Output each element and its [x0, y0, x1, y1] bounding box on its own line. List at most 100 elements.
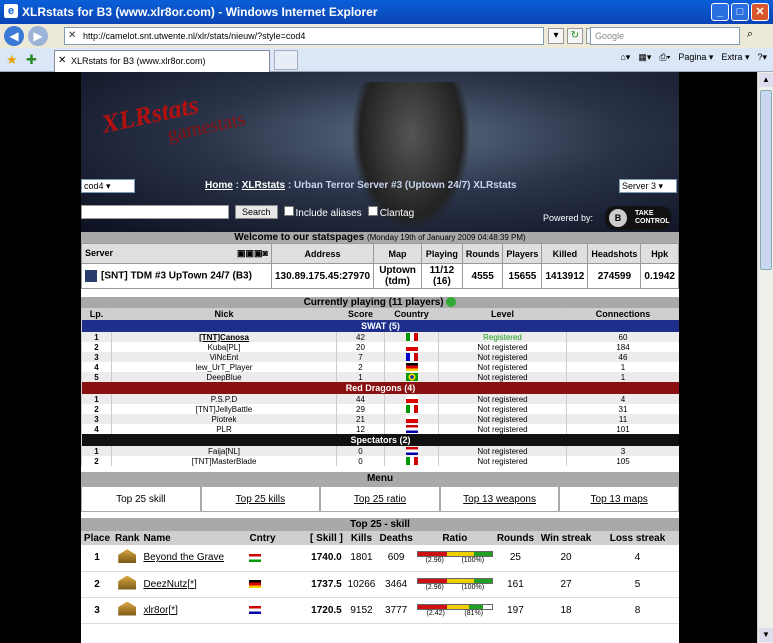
include-aliases-checkbox[interactable]: Include aliases: [283, 205, 362, 219]
feeds-icon[interactable]: ▦▾: [638, 52, 651, 63]
menu-top13-weapons[interactable]: Top 13 weapons: [439, 486, 560, 512]
player-country: [384, 446, 439, 456]
print-icon[interactable]: ⎙▾: [659, 52, 670, 63]
player-connections: 1: [566, 362, 679, 372]
powered-by-text: Powered by:: [543, 213, 594, 223]
player-lp: 3: [81, 414, 112, 424]
search-button[interactable]: Search: [235, 205, 278, 219]
player-row: 1 [TNT]Canosa 42 Registered 60: [81, 332, 679, 342]
url-input[interactable]: ✕ http://camelot.snt.utwente.nl/xlr/stat…: [64, 27, 544, 45]
search-icon[interactable]: ⌕: [742, 28, 758, 44]
dropdown-icon[interactable]: ▾: [548, 28, 564, 44]
loss-streak: 4: [596, 545, 679, 572]
win-streak: 18: [536, 597, 597, 624]
flag-icon: [249, 579, 262, 588]
player-country: [384, 362, 439, 372]
skill: 1740.0: [307, 545, 346, 572]
scroll-up-icon[interactable]: ▲: [759, 73, 773, 87]
server-icons[interactable]: ▣▣▣◙: [237, 248, 268, 259]
menu-top25-ratio[interactable]: Top 25 ratio: [320, 486, 440, 512]
top25-table: Place Rank Name Cntry [ Skill ] Kills Death…: [81, 531, 679, 624]
player-lp: 4: [81, 362, 112, 372]
ratio-value: (2.42): [426, 609, 445, 617]
player-level: Not registered: [438, 414, 567, 424]
place: 1: [81, 545, 113, 572]
player-name-link[interactable]: xlr8or[*]: [141, 597, 248, 624]
player-search-input[interactable]: [81, 205, 229, 219]
close-button[interactable]: ✕: [751, 3, 769, 21]
player-connections: 3: [566, 446, 679, 456]
search-input[interactable]: Google: [590, 27, 740, 45]
loss-streak: 5: [596, 571, 679, 598]
player-score: 20: [336, 342, 385, 352]
maximize-button[interactable]: □: [731, 3, 749, 21]
home-link[interactable]: Home: [205, 180, 233, 191]
player-country: [384, 394, 439, 404]
favorites-star-icon[interactable]: ★: [6, 52, 18, 68]
player-nick[interactable]: ViNcEnt: [111, 352, 337, 362]
vertical-scrollbar[interactable]: ▲ ▼: [757, 72, 773, 643]
player-name-link[interactable]: Beyond the Grave: [141, 545, 248, 572]
server-select[interactable]: Server 3 ▾: [619, 179, 677, 193]
flag-icon: [405, 343, 418, 352]
tab-xlrstats[interactable]: ✕ XLRstats for B3 (www.xlr8or.com): [54, 50, 270, 72]
refresh-players-icon[interactable]: [446, 297, 457, 308]
scroll-down-icon[interactable]: ▼: [759, 628, 773, 642]
player-nick[interactable]: Kuba[PL]: [111, 342, 337, 352]
rank-cell: [113, 597, 142, 624]
game-icon: [85, 270, 97, 282]
rounds: 197: [494, 597, 537, 624]
deaths: 3464: [377, 571, 415, 598]
xlrstats-link[interactable]: XLRstats: [242, 180, 285, 191]
home-icon[interactable]: ⌂▾: [620, 52, 630, 63]
menu-top25-kills[interactable]: Top 25 kills: [200, 486, 321, 512]
flag-icon: [405, 447, 418, 456]
player-row: 5 DeepBlue 1 Not registered 1: [81, 372, 679, 382]
refresh-icon[interactable]: ↻: [567, 28, 583, 44]
forward-button[interactable]: ▶: [28, 26, 48, 46]
player-level: Not registered: [438, 446, 567, 456]
currently-playing-header: Currently playing (11 players): [81, 297, 679, 308]
minimize-button[interactable]: _: [711, 3, 729, 21]
flag-icon: [405, 415, 418, 424]
extra-menu[interactable]: Extra ▾: [721, 52, 749, 63]
player-nick[interactable]: PLR: [111, 424, 337, 434]
place: 2: [81, 571, 113, 598]
player-nick[interactable]: [TNT]JellyBattle: [111, 404, 337, 414]
team-header: Red Dragons (4): [81, 382, 679, 394]
player-country: [384, 342, 439, 352]
ie-icon: e: [4, 4, 18, 18]
rank-cell: [113, 545, 142, 572]
menu-top13-maps[interactable]: Top 13 maps: [559, 486, 679, 512]
page-menu[interactable]: Pagina ▾: [678, 52, 713, 63]
player-nick[interactable]: Piotrek: [111, 414, 337, 424]
player-nick[interactable]: DeepBlue: [111, 372, 337, 382]
loss-streak: 8: [596, 597, 679, 624]
top25-header: Top 25 - skill: [81, 518, 679, 531]
player-nick[interactable]: [TNT]Canosa: [111, 332, 337, 342]
ratio-percent: (100%): [461, 557, 485, 565]
player-nick[interactable]: lew_UrT_Player: [111, 362, 337, 372]
scroll-thumb[interactable]: [760, 90, 772, 270]
player-nick[interactable]: [TNT]MasterBlade: [111, 456, 337, 466]
b3-logo[interactable]: B TAKE CONTROL: [605, 206, 671, 230]
player-lp: 1: [81, 446, 112, 456]
new-tab-button[interactable]: [274, 50, 298, 70]
back-button[interactable]: ◀: [4, 26, 24, 46]
help-icon[interactable]: ?▾: [757, 52, 767, 63]
clantag-checkbox[interactable]: Clantag: [367, 205, 414, 219]
player-name-link[interactable]: DeezNutz[*]: [141, 571, 248, 598]
menu-top25-skill[interactable]: Top 25 skill: [81, 486, 201, 512]
player-nick[interactable]: P.S.P.D: [111, 394, 337, 404]
style-select[interactable]: cod4 ▾: [81, 179, 135, 193]
ratio-percent: (100%): [461, 583, 485, 591]
rank-insignia-icon: [118, 575, 137, 590]
flag-icon: [405, 363, 418, 372]
player-row: 1 P.S.P.D 44 Not registered 4: [81, 394, 679, 404]
flag-icon: [405, 333, 418, 342]
player-connections: 105: [566, 456, 679, 466]
welcome-header: Welcome to our statspages (Monday 19th o…: [81, 232, 679, 243]
add-favorite-icon[interactable]: ✚: [26, 52, 37, 68]
player-level: Not registered: [438, 352, 567, 362]
player-nick[interactable]: Faija[NL]: [111, 446, 337, 456]
